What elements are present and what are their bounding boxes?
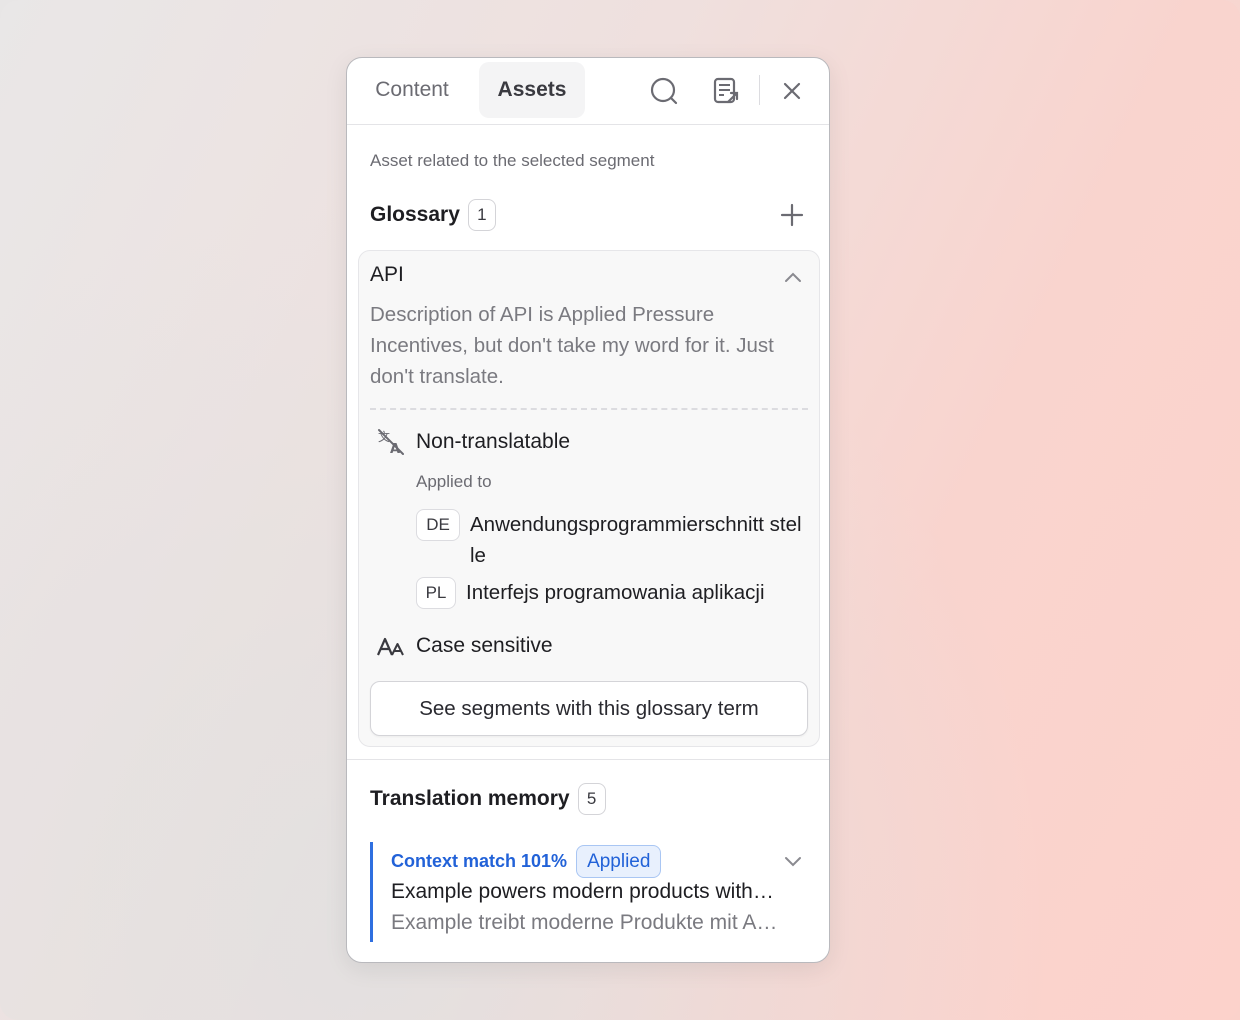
panel-subtitle: Asset related to the selected segment — [370, 151, 655, 170]
non-translatable-icon: 文A — [376, 427, 406, 457]
glossary-heading: Glossary 1 — [370, 199, 496, 231]
panel-header: Content Assets — [347, 58, 829, 125]
language-tag: DE — [416, 509, 460, 541]
tab-assets[interactable]: Assets — [479, 62, 585, 118]
glossary-title: Glossary — [370, 203, 460, 226]
context-match-label: Context match 101% — [391, 851, 568, 871]
add-glossary-button[interactable] — [777, 200, 807, 230]
chevron-down-icon[interactable] — [781, 850, 805, 874]
translation-row: PL Interfejs programowania aplikacji — [416, 577, 802, 609]
tm-item-header: Context match 101% Applied — [391, 845, 662, 878]
translation-memory-item[interactable]: Context match 101% Applied Example power… — [370, 842, 810, 942]
dashed-divider — [370, 408, 808, 410]
glossary-term-description: Description of API is Applied Pressure I… — [370, 303, 774, 388]
case-sensitive-icon — [376, 632, 406, 662]
translation-row: DE Anwendungsprogrammierschnitt stelle — [416, 509, 806, 571]
plus-icon — [780, 203, 804, 227]
close-icon[interactable] — [775, 74, 809, 108]
chevron-up-icon[interactable] — [781, 265, 805, 289]
translation-memory-title: Translation memory — [370, 787, 570, 810]
tab-content[interactable]: Content — [357, 62, 467, 118]
case-sensitive-label: Case sensitive — [416, 634, 553, 657]
translation-text: Anwendungsprogrammierschnitt stelle — [470, 513, 802, 567]
search-icon[interactable] — [647, 74, 681, 108]
applied-to-label: Applied to — [416, 472, 492, 491]
tm-target-text: Example treibt moderne Produkte mit A… — [391, 911, 778, 934]
see-segments-button[interactable]: See segments with this glossary term — [370, 681, 808, 736]
translation-text: Interfejs programowania aplikacji — [466, 581, 765, 604]
non-translatable-label: Non-translatable — [416, 430, 571, 453]
document-export-icon[interactable] — [708, 74, 742, 108]
language-tag: PL — [416, 577, 456, 609]
header-divider — [759, 75, 760, 105]
glossary-count-badge: 1 — [467, 199, 496, 231]
applied-badge: Applied — [576, 845, 662, 878]
translation-memory-count-badge: 5 — [577, 783, 606, 815]
tm-source-text: Example powers modern products with… — [391, 880, 774, 903]
translation-memory-heading: Translation memory 5 — [370, 783, 606, 815]
glossary-term-card: API Description of API is Applied Pressu… — [358, 250, 820, 747]
glossary-term-name: API — [370, 263, 404, 286]
section-divider — [347, 759, 829, 760]
assets-panel: Content Assets Asset related to the sele… — [346, 57, 830, 963]
